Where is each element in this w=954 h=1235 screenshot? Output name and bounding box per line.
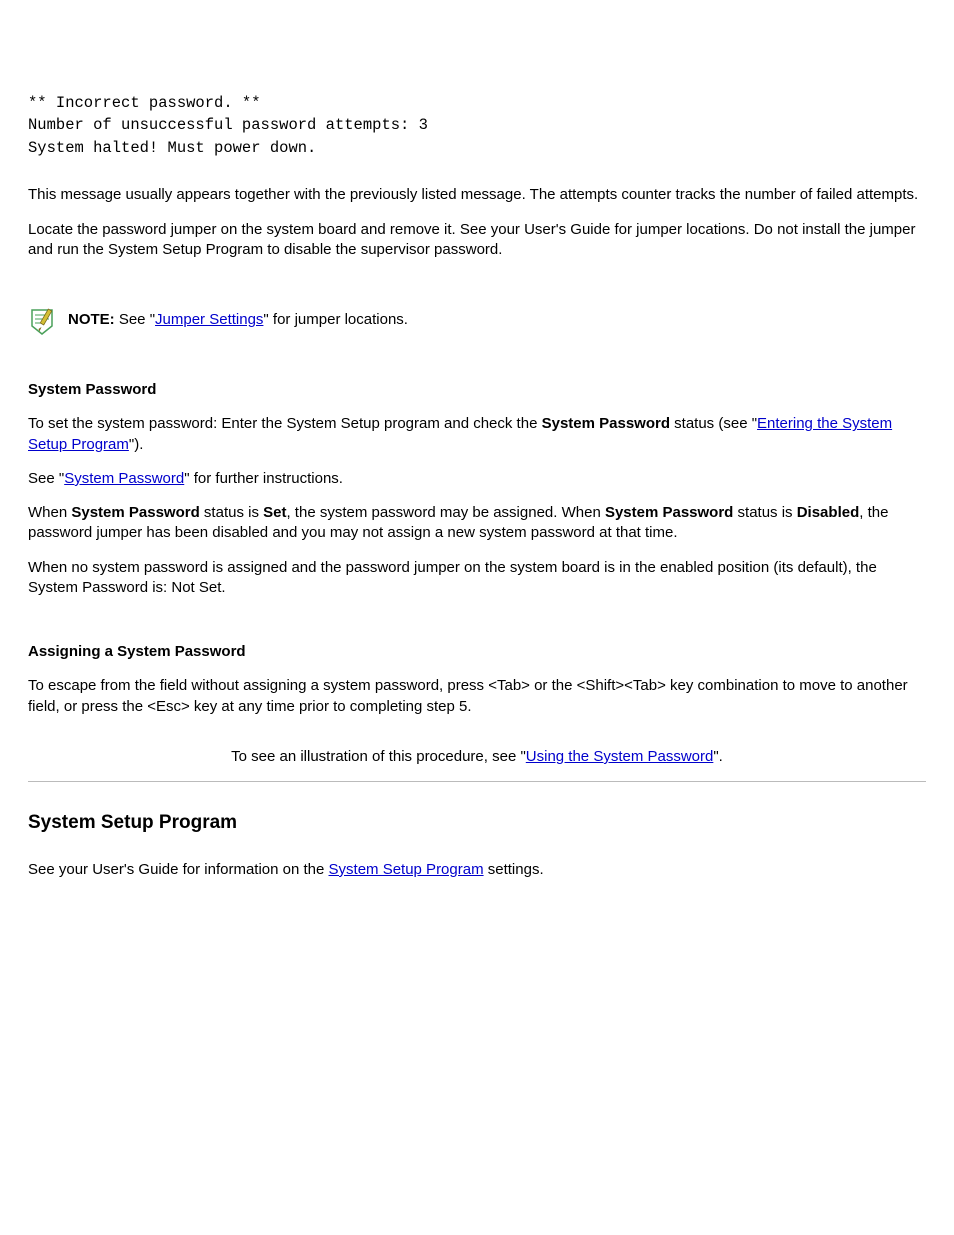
console-output: ** Incorrect password. ** Number of unsu… — [28, 92, 926, 159]
note-after-link: " for jumper locations. — [263, 311, 408, 328]
paragraph-status-explanation: When System Password status is Set, the … — [28, 503, 926, 544]
heading-system-password: System Password — [28, 380, 926, 400]
note-text: NOTE: See "Jumper Settings" for jumper l… — [68, 304, 926, 330]
system-password-link-1[interactable]: System Password — [64, 470, 184, 487]
paragraph-no-password-assigned: When no system password is assigned and … — [28, 558, 926, 599]
p5-t2: , the system password may be assigned. W… — [286, 504, 604, 521]
document-page: ** Incorrect password. ** Number of unsu… — [0, 0, 954, 934]
ctr-t2: ". — [713, 748, 723, 765]
section-divider — [28, 781, 926, 782]
p4-t2: " for further instructions. — [184, 470, 343, 487]
note-before-link: See " — [115, 311, 155, 328]
lp-t2: settings. — [484, 861, 544, 878]
p3-b1: System Password — [542, 415, 670, 432]
note-block: NOTE: See "Jumper Settings" for jumper l… — [28, 304, 926, 336]
p4-t1: See " — [28, 470, 64, 487]
system-setup-program-link[interactable]: System Setup Program — [329, 861, 484, 878]
heading-assigning-password: Assigning a System Password — [28, 642, 926, 662]
p5-b1: System Password — [71, 504, 199, 521]
note-icon — [28, 306, 58, 336]
heading-setup-program: System Setup Program — [28, 810, 926, 836]
console-line-3: System halted! Must power down. — [28, 139, 316, 157]
jumper-settings-link[interactable]: Jumper Settings — [155, 311, 263, 328]
p5-b3: System Password — [605, 504, 733, 521]
paragraph-see-system-password: See "System Password" for further instru… — [28, 469, 926, 489]
lp-t1: See your User's Guide for information on… — [28, 861, 329, 878]
ctr-t1: To see an illustration of this procedure… — [231, 748, 526, 765]
p3-t3: "). — [129, 436, 144, 453]
p5-t1: status is — [200, 504, 263, 521]
p5-b2: Set — [263, 504, 286, 521]
paragraph-set-password: To set the system password: Enter the Sy… — [28, 414, 926, 455]
centered-illustration-note: To see an illustration of this procedure… — [28, 747, 926, 767]
paragraph-jumper-instruction: Locate the password jumper on the system… — [28, 220, 926, 261]
p3-t1: To set the system password: Enter the Sy… — [28, 415, 542, 432]
paragraph-failed-attempts: This message usually appears together wi… — [28, 185, 926, 205]
console-line-2: Number of unsuccessful password attempts… — [28, 116, 428, 134]
paragraph-escape-instruction: To escape from the field without assigni… — [28, 676, 926, 717]
paragraph-users-guide: See your User's Guide for information on… — [28, 860, 926, 880]
p3-t2: status (see " — [670, 415, 757, 432]
p5-t0: When — [28, 504, 71, 521]
using-system-password-link[interactable]: Using the System Password — [526, 748, 714, 765]
note-bold-label: NOTE: — [68, 311, 115, 328]
p5-t3: status is — [733, 504, 796, 521]
console-line-1: ** Incorrect password. ** — [28, 94, 261, 112]
p5-b4: Disabled — [797, 504, 860, 521]
